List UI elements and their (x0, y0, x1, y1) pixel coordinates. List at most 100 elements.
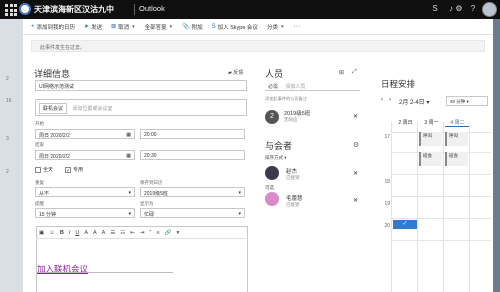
italic-icon[interactable]: I (69, 230, 71, 236)
avatar[interactable] (482, 2, 497, 17)
bold-icon[interactable]: B (60, 230, 64, 236)
send-button[interactable]: ➤ 发送 (84, 23, 102, 31)
rail-item[interactable]: 3 (6, 136, 9, 142)
hour-label: 19 (384, 201, 390, 207)
gear-icon[interactable]: ⚙ (454, 4, 464, 14)
font-color-icon[interactable]: A (102, 230, 106, 236)
reply-all-button[interactable]: 全部答复 ▼ (145, 23, 173, 31)
private-checkbox[interactable]: ✓ 专用 (65, 166, 83, 174)
add-calendar-button[interactable]: + 添加到我的日历 (31, 23, 75, 31)
skype-icon[interactable]: S (430, 4, 440, 14)
chevron-down-icon: ▼ (131, 24, 136, 29)
prev-icon[interactable]: ‹ (381, 97, 383, 103)
attendee-organizer[interactable]: 赵杰 已接受 (286, 167, 300, 181)
start-time-picker[interactable]: 20:00 (140, 129, 245, 139)
cancel-icon: ⊠ (111, 24, 117, 30)
busy-block[interactable]: 呼叫 (445, 132, 468, 146)
categorize-button[interactable]: 分类 ▼ (267, 23, 284, 31)
remove-icon[interactable]: ✕ (353, 197, 358, 204)
attach-button[interactable]: 📎 附加 (182, 23, 203, 31)
end-time-picker[interactable]: 20:30 (140, 150, 245, 160)
numbering-icon[interactable]: ☷ (120, 230, 125, 236)
selected-slot[interactable]: ✓ (393, 220, 417, 229)
rail-item[interactable]: 16 (6, 98, 12, 104)
org-logo (19, 3, 31, 15)
start-date-picker[interactable]: 周日 2020/2/2 ▦ (35, 129, 135, 139)
remove-icon[interactable]: ✕ (353, 170, 358, 177)
start-label: 开始 (35, 121, 44, 126)
repeat-dropdown[interactable]: 从不 ▾ (35, 187, 135, 197)
app-name[interactable]: Outlook (139, 4, 165, 13)
location-field[interactable]: 联机会议 添加位置或会议室 (35, 99, 247, 116)
busy-block[interactable]: 班会 (445, 152, 468, 166)
busy-block[interactable]: 呼叫 (419, 132, 442, 146)
schedule-heading: 日程安排 (381, 79, 416, 89)
hour-line (391, 240, 491, 241)
notes-hint: 添加此事件的公司备注 (265, 96, 307, 101)
busy-block[interactable]: 班会 (419, 152, 442, 166)
plus-icon: + (31, 23, 35, 30)
date-range[interactable]: 2月 2-4日 ▾ (399, 97, 429, 106)
group-entry[interactable]: 2019级5班 无响应 (284, 109, 310, 123)
calendar-icon: ▦ (126, 132, 131, 138)
rail-item[interactable]: 2 (6, 76, 9, 82)
address-book-icon[interactable]: ⊞ (339, 69, 344, 76)
title-input[interactable]: UI网络示范测试 (35, 80, 247, 91)
topbar-divider (134, 4, 135, 15)
emoji-icon[interactable]: ☺ (49, 230, 55, 236)
all-day-checkbox[interactable]: 全天 (35, 166, 53, 173)
hour-label: 18 (384, 179, 390, 185)
skype-meeting-button[interactable]: S 加入 Skype 会议 (212, 23, 258, 31)
hour-label: 20 (384, 223, 390, 229)
expand-icon[interactable]: ⤢ (352, 69, 357, 76)
next-icon[interactable]: › (389, 97, 391, 103)
quote-icon[interactable]: " (149, 230, 151, 236)
chevron-down-icon: ▼ (168, 24, 174, 29)
chevron-down-icon: ▾ (128, 211, 131, 217)
day-column (443, 122, 444, 292)
sort-label[interactable]: 排序方式 ▾ (265, 155, 287, 161)
calendar-icon: ▦ (126, 153, 131, 159)
format-toolbar: ▣ ☺ B I U A A A ☰ ☷ ⇤ ⇥ " ≡ 🔗 ▾ (36, 227, 248, 239)
duration-dropdown[interactable]: 30 分钟 ▾ (446, 96, 488, 106)
day-header: 4 周二 (450, 120, 465, 126)
highlight-icon[interactable]: A (93, 230, 97, 236)
link-icon[interactable]: 🔗 (165, 230, 172, 236)
underline-icon[interactable]: U (75, 230, 79, 236)
send-icon: ➤ (84, 24, 90, 30)
skype-icon: S (211, 23, 216, 30)
join-meeting-link[interactable]: 加入联机会议 (37, 263, 88, 275)
feedback-button[interactable]: ▰ 反馈 (228, 69, 243, 76)
indent-icon[interactable]: ⇥ (140, 230, 145, 236)
bullets-icon[interactable]: ☰ (110, 230, 115, 236)
more-icon[interactable]: ▾ (176, 230, 179, 236)
hour-line (391, 196, 491, 197)
avatar (265, 192, 279, 206)
remove-icon[interactable]: ✕ (353, 113, 358, 120)
app-launcher-icon[interactable] (2, 2, 17, 16)
location-chip[interactable]: 联机会议 (39, 103, 68, 114)
show-as-dropdown[interactable]: 忙碌 ▾ (140, 208, 245, 218)
org-name: 天津滨海新区汉沽九中 (34, 5, 114, 14)
cancel-button[interactable]: ⊠ 取消 ▼ (111, 23, 136, 31)
required-input[interactable]: 必需 添加人员 (265, 81, 360, 91)
font-size-icon[interactable]: A (84, 230, 88, 236)
more-button[interactable]: ··· (293, 23, 300, 30)
chevron-down-icon: ▾ (238, 190, 241, 196)
help-icon[interactable]: ? (468, 4, 478, 14)
align-icon[interactable]: ≡ (156, 230, 159, 236)
image-icon[interactable]: ▣ (39, 230, 44, 236)
details-heading: 详细信息 (34, 69, 71, 79)
rail-item[interactable]: 2 (6, 169, 9, 175)
today-indicator (445, 126, 470, 127)
divider (37, 272, 173, 273)
calendar-dropdown[interactable]: 2019级5班 ▾ (140, 187, 245, 197)
attendee-optional[interactable]: 毛蕾慧 已接受 (286, 194, 303, 208)
outdent-icon[interactable]: ⇤ (130, 230, 135, 236)
feedback-icon: ▰ (228, 70, 232, 76)
settings-icon[interactable]: ⚙ (353, 141, 359, 149)
reminder-dropdown[interactable]: 15 分钟 ▾ (35, 208, 135, 218)
end-date-picker[interactable]: 周日 2020/2/2 ▦ (35, 150, 135, 160)
day-column (469, 122, 470, 292)
avatar (265, 166, 279, 180)
